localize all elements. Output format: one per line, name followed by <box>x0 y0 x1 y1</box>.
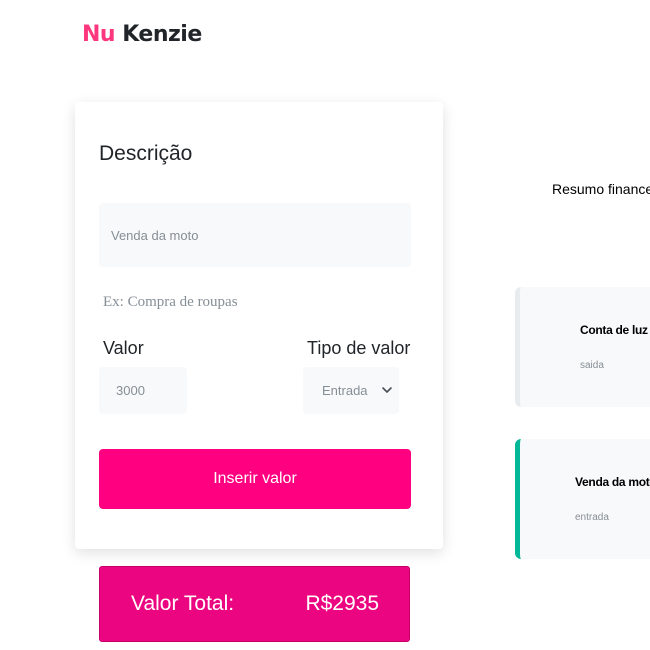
value-label: Valor <box>103 338 144 358</box>
description-input[interactable]: Venda da moto <box>99 203 411 267</box>
transaction-card: Conta de luz saida <box>515 287 650 407</box>
insert-value-button[interactable]: Inserir valor <box>99 449 411 509</box>
total-amount: R$2935 <box>305 592 379 615</box>
type-label: Tipo de valor <box>307 338 411 358</box>
chevron-down-icon <box>382 387 392 393</box>
transaction-title: Venda da moto <box>575 475 650 489</box>
description-label: Descrição <box>99 142 193 165</box>
transaction-type: saida <box>580 360 604 371</box>
transaction-form: Descrição Venda da moto Ex: Compra de ro… <box>75 102 443 549</box>
value-input[interactable]: 3000 <box>99 367 187 414</box>
summary-title: Resumo financeiro <box>552 181 650 197</box>
page: Nu Kenzie Descrição Venda da moto Ex: Co… <box>0 0 650 650</box>
value-input-value: 3000 <box>116 383 145 398</box>
transaction-card: Venda da moto entrada <box>515 439 650 559</box>
logo-nu: Nu <box>82 22 116 47</box>
type-select[interactable]: Entrada <box>303 367 399 414</box>
type-select-value: Entrada <box>322 383 368 398</box>
total-label: Valor Total: <box>131 592 235 615</box>
transaction-type: entrada <box>575 512 609 523</box>
logo-kenzie: Kenzie <box>122 22 202 47</box>
logo: Nu Kenzie <box>82 22 202 47</box>
total-box: Valor Total: R$2935 <box>99 566 410 642</box>
transaction-title: Conta de luz <box>580 323 648 337</box>
description-hint: Ex: Compra de roupas <box>103 294 238 310</box>
description-input-value: Venda da moto <box>111 227 199 243</box>
